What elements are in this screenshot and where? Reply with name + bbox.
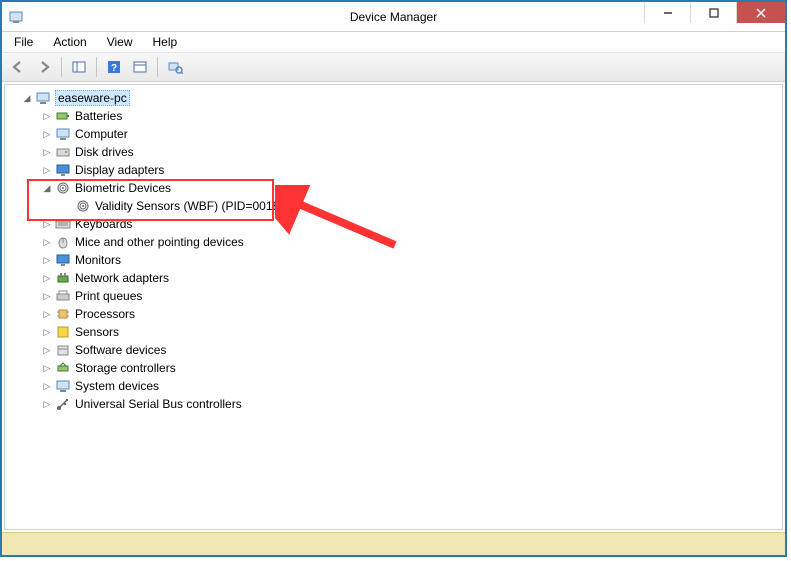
node-sensors[interactable]: ▷ Sensors bbox=[7, 323, 780, 341]
expander-closed-icon[interactable]: ▷ bbox=[41, 218, 53, 230]
expander-closed-icon[interactable]: ▷ bbox=[41, 272, 53, 284]
forward-button[interactable] bbox=[32, 55, 56, 79]
node-display-adapters[interactable]: ▷ Display adapters bbox=[7, 161, 780, 179]
expander-closed-icon[interactable]: ▷ bbox=[41, 164, 53, 176]
node-label[interactable]: System devices bbox=[75, 379, 159, 393]
root-label[interactable]: easeware-pc bbox=[55, 90, 130, 106]
menu-file[interactable]: File bbox=[6, 34, 41, 50]
node-label[interactable]: Monitors bbox=[75, 253, 121, 267]
node-network-adapters[interactable]: ▷ Network adapters bbox=[7, 269, 780, 287]
computer-icon bbox=[35, 90, 51, 106]
node-label[interactable]: Storage controllers bbox=[75, 361, 176, 375]
expander-closed-icon[interactable]: ▷ bbox=[41, 308, 53, 320]
node-processors[interactable]: ▷ Processors bbox=[7, 305, 780, 323]
expander-closed-icon[interactable]: ▷ bbox=[41, 110, 53, 122]
app-icon bbox=[8, 9, 24, 25]
node-label[interactable]: Sensors bbox=[75, 325, 119, 339]
toolbar-separator bbox=[61, 57, 62, 77]
tree-panel[interactable]: ◢ easeware-pc ▷ Batteries ▷ Computer ▷ D… bbox=[4, 84, 783, 530]
battery-icon bbox=[55, 108, 71, 124]
minimize-button[interactable] bbox=[644, 2, 690, 23]
device-tree[interactable]: ◢ easeware-pc ▷ Batteries ▷ Computer ▷ D… bbox=[5, 85, 782, 417]
node-label[interactable]: Print queues bbox=[75, 289, 142, 303]
node-validity-sensors[interactable]: ▷ Validity Sensors (WBF) (PID=0018) bbox=[7, 197, 780, 215]
maximize-button[interactable] bbox=[690, 2, 736, 23]
node-mice[interactable]: ▷ Mice and other pointing devices bbox=[7, 233, 780, 251]
expander-closed-icon[interactable]: ▷ bbox=[41, 290, 53, 302]
device-manager-window: Device Manager File Action View Help bbox=[0, 0, 787, 557]
sensor-icon bbox=[55, 324, 71, 340]
expander-closed-icon[interactable]: ▷ bbox=[41, 398, 53, 410]
network-icon bbox=[55, 270, 71, 286]
disk-icon bbox=[55, 144, 71, 160]
system-icon bbox=[55, 378, 71, 394]
node-label[interactable]: Computer bbox=[75, 127, 128, 141]
software-icon bbox=[55, 342, 71, 358]
node-label[interactable]: Validity Sensors (WBF) (PID=0018) bbox=[95, 199, 283, 213]
usb-icon bbox=[55, 396, 71, 412]
expander-closed-icon[interactable]: ▷ bbox=[41, 146, 53, 158]
display-icon bbox=[55, 162, 71, 178]
node-label[interactable]: Batteries bbox=[75, 109, 122, 123]
expander-closed-icon[interactable]: ▷ bbox=[41, 344, 53, 356]
back-button[interactable] bbox=[6, 55, 30, 79]
expander-closed-icon[interactable]: ▷ bbox=[41, 380, 53, 392]
printer-icon bbox=[55, 288, 71, 304]
node-label[interactable]: Software devices bbox=[75, 343, 166, 357]
node-storage-controllers[interactable]: ▷ Storage controllers bbox=[7, 359, 780, 377]
node-system-devices[interactable]: ▷ System devices bbox=[7, 377, 780, 395]
node-print-queues[interactable]: ▷ Print queues bbox=[7, 287, 780, 305]
help-button[interactable]: ? bbox=[102, 55, 126, 79]
biometric-icon bbox=[75, 198, 91, 214]
biometric-icon bbox=[55, 180, 71, 196]
processor-icon bbox=[55, 306, 71, 322]
node-root[interactable]: ◢ easeware-pc bbox=[7, 89, 780, 107]
node-usb[interactable]: ▷ Universal Serial Bus controllers bbox=[7, 395, 780, 413]
status-bar bbox=[2, 532, 785, 555]
monitor-icon bbox=[55, 252, 71, 268]
storage-icon bbox=[55, 360, 71, 376]
node-label[interactable]: Network adapters bbox=[75, 271, 169, 285]
menu-bar: File Action View Help bbox=[2, 32, 785, 53]
keyboard-icon bbox=[55, 216, 71, 232]
show-hide-tree-button[interactable] bbox=[67, 55, 91, 79]
expander-open-icon[interactable]: ◢ bbox=[21, 92, 33, 104]
expander-closed-icon[interactable]: ▷ bbox=[41, 326, 53, 338]
node-label[interactable]: Display adapters bbox=[75, 163, 164, 177]
expander-closed-icon[interactable]: ▷ bbox=[41, 236, 53, 248]
expander-closed-icon[interactable]: ▷ bbox=[41, 254, 53, 266]
toolbar: ? bbox=[2, 53, 785, 82]
svg-text:?: ? bbox=[111, 63, 117, 74]
menu-help[interactable]: Help bbox=[145, 34, 186, 50]
node-computer[interactable]: ▷ Computer bbox=[7, 125, 780, 143]
properties-button[interactable] bbox=[128, 55, 152, 79]
node-disk-drives[interactable]: ▷ Disk drives bbox=[7, 143, 780, 161]
mouse-icon bbox=[55, 234, 71, 250]
expander-closed-icon[interactable]: ▷ bbox=[41, 362, 53, 374]
toolbar-separator bbox=[96, 57, 97, 77]
node-monitors[interactable]: ▷ Monitors bbox=[7, 251, 780, 269]
node-biometric-devices[interactable]: ◢ Biometric Devices bbox=[7, 179, 780, 197]
node-software-devices[interactable]: ▷ Software devices bbox=[7, 341, 780, 359]
close-button[interactable] bbox=[736, 2, 785, 23]
node-label[interactable]: Processors bbox=[75, 307, 135, 321]
node-batteries[interactable]: ▷ Batteries bbox=[7, 107, 780, 125]
menu-action[interactable]: Action bbox=[45, 34, 94, 50]
node-label[interactable]: Biometric Devices bbox=[75, 181, 171, 195]
node-label[interactable]: Disk drives bbox=[75, 145, 134, 159]
node-label[interactable]: Mice and other pointing devices bbox=[75, 235, 244, 249]
computer-icon bbox=[55, 126, 71, 142]
menu-view[interactable]: View bbox=[99, 34, 141, 50]
scan-hardware-button[interactable] bbox=[163, 55, 187, 79]
title-bar: Device Manager bbox=[2, 2, 785, 32]
node-keyboards[interactable]: ▷ Keyboards bbox=[7, 215, 780, 233]
toolbar-separator bbox=[157, 57, 158, 77]
window-title: Device Manager bbox=[350, 10, 437, 24]
node-label[interactable]: Keyboards bbox=[75, 217, 132, 231]
node-label[interactable]: Universal Serial Bus controllers bbox=[75, 397, 242, 411]
expander-closed-icon[interactable]: ▷ bbox=[41, 128, 53, 140]
expander-open-icon[interactable]: ◢ bbox=[41, 182, 53, 194]
